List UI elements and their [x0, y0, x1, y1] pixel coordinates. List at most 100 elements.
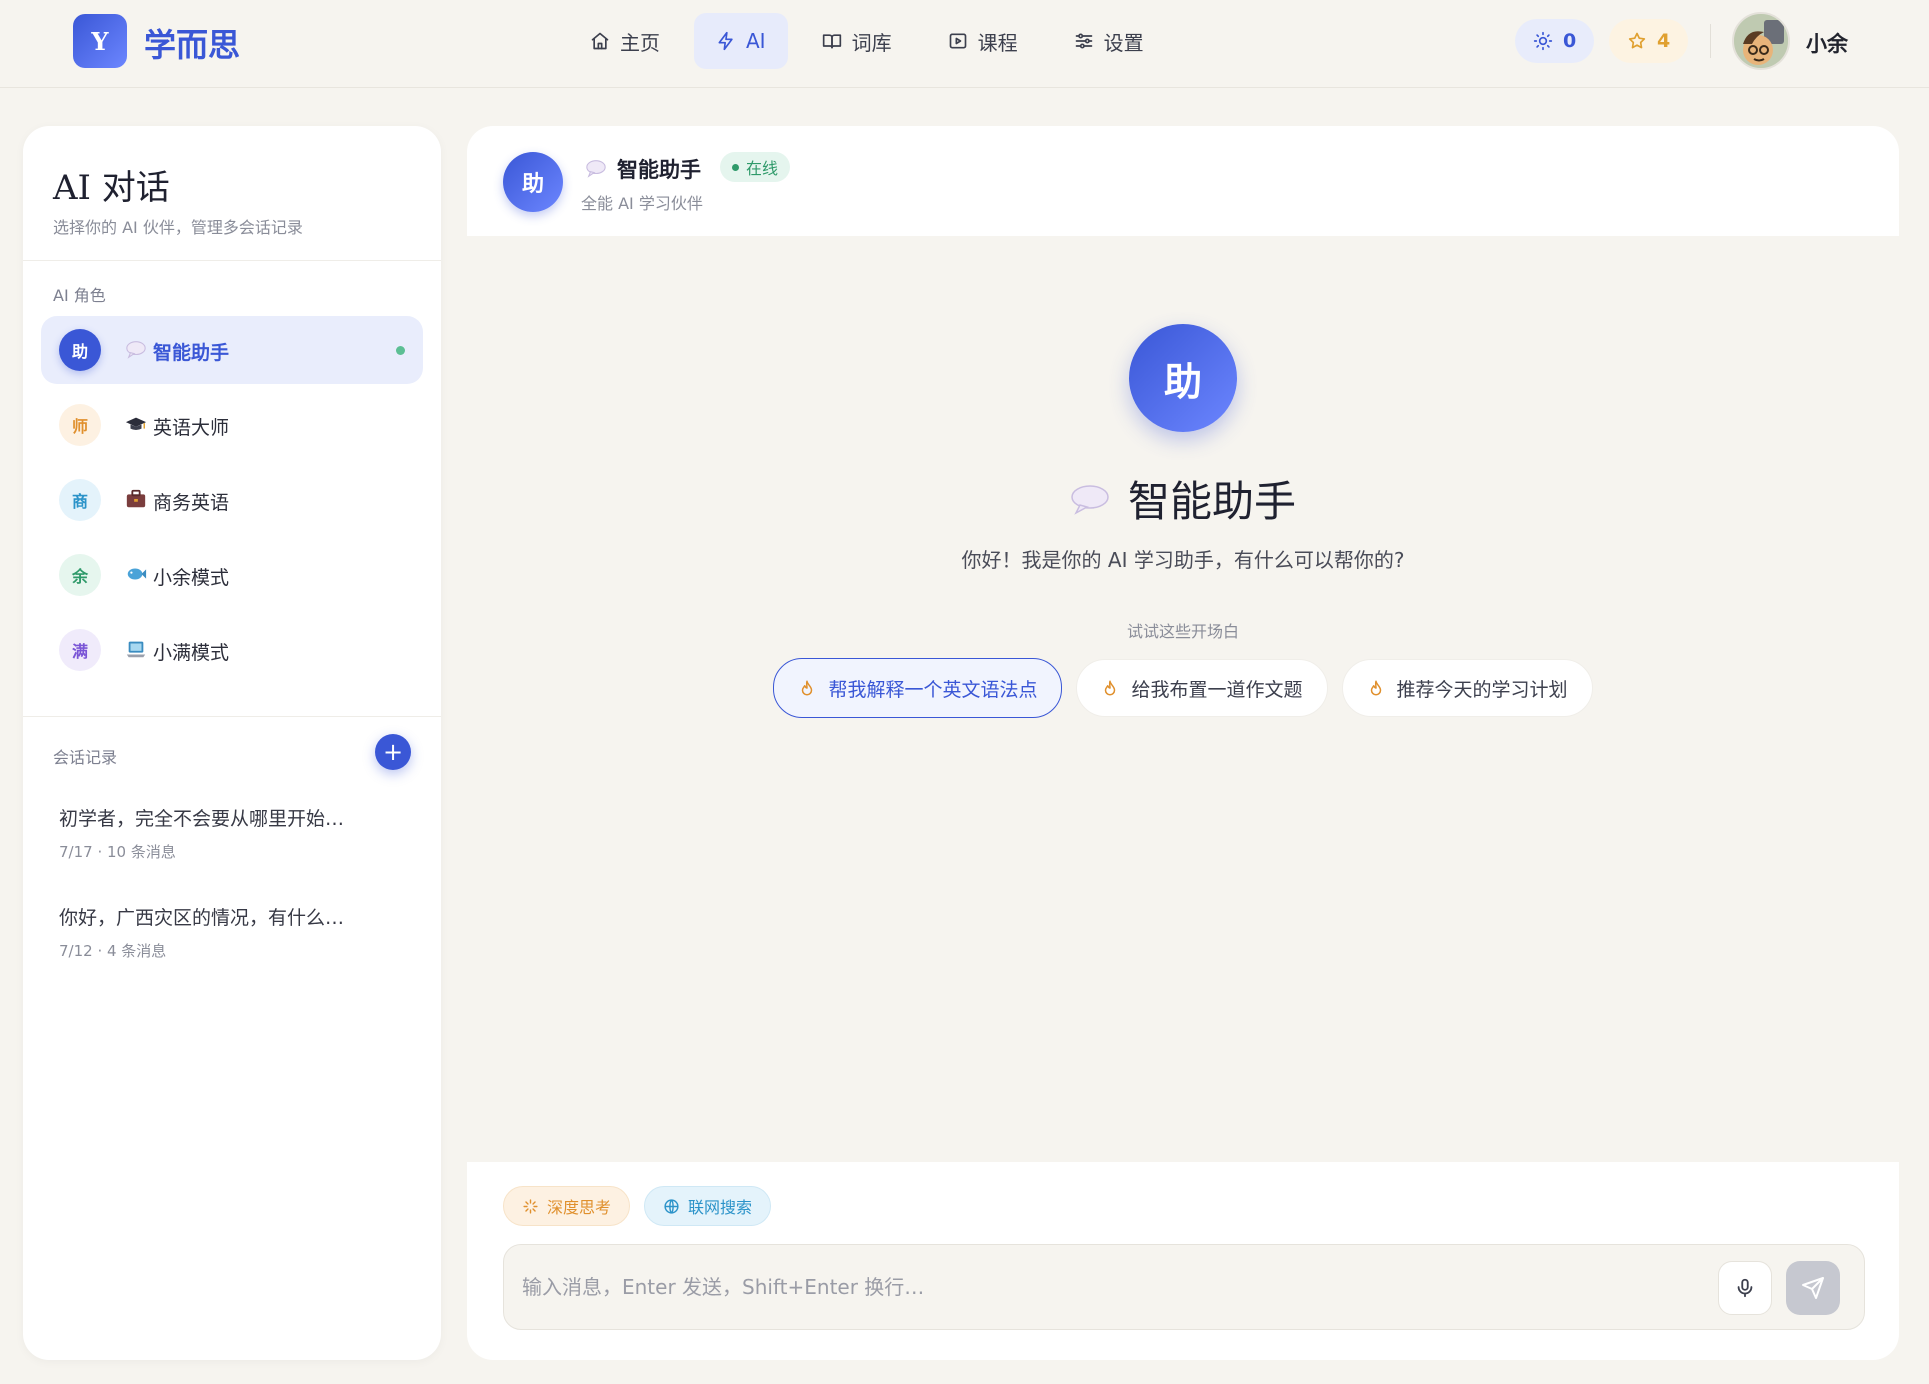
- brand-name[interactable]: 学而思: [144, 20, 240, 66]
- sun-icon: [1533, 31, 1553, 51]
- composer: 深度思考 联网搜索: [467, 1162, 1899, 1360]
- starters-label: 试试这些开场白: [1126, 622, 1239, 641]
- conversation-meta: 7/12 · 4 条消息: [59, 942, 167, 960]
- voice-input-button[interactable]: [1718, 1261, 1772, 1315]
- starter-button[interactable]: 推荐今天的学习计划: [1341, 659, 1593, 717]
- nav-ai[interactable]: AI: [694, 13, 788, 69]
- conversation-meta: 7/17 · 10 条消息: [59, 843, 176, 861]
- deep-think-label: 深度思考: [547, 1198, 612, 1217]
- briefcase-icon: [126, 489, 146, 508]
- roles-label: AI 角色: [53, 286, 106, 305]
- header-divider: [1710, 24, 1711, 58]
- sliders-icon: [1075, 33, 1092, 49]
- new-conversation-button[interactable]: +: [375, 734, 411, 770]
- deep-think-toggle[interactable]: 深度思考: [503, 1186, 631, 1226]
- nav-vocabulary-label: 词库: [851, 30, 892, 55]
- speech-bubble-icon: [586, 160, 606, 178]
- sun-counter[interactable]: 0: [1515, 19, 1595, 63]
- welcome-heading: 智能助手: [467, 468, 1899, 529]
- send-icon: [1802, 1277, 1824, 1299]
- role-badge: 助: [59, 329, 101, 371]
- send-button[interactable]: [1786, 1261, 1840, 1315]
- flame-icon: [1105, 680, 1116, 696]
- status-badge: 在线: [720, 152, 791, 182]
- nav-courses[interactable]: 课程: [926, 13, 1040, 69]
- role-name: 智能助手: [153, 342, 230, 364]
- welcome-title: 智能助手: [1127, 477, 1296, 526]
- globe-icon: [664, 1198, 679, 1214]
- starter-text: 推荐今天的学习计划: [1396, 678, 1568, 701]
- role-badge: 余: [59, 554, 101, 596]
- home-icon: [591, 32, 609, 50]
- role-badge: 商: [59, 479, 101, 521]
- nav-ai-label: AI: [746, 29, 766, 53]
- avatar[interactable]: [1732, 12, 1790, 70]
- starter-button[interactable]: 给我布置一道作文题: [1076, 659, 1328, 717]
- logo-mark[interactable]: Y: [73, 14, 127, 68]
- status-dot: [732, 163, 739, 171]
- role-name: 小满模式: [153, 642, 230, 664]
- plus-icon: +: [382, 738, 404, 766]
- conversation-title: 你好，广西灾区的情况，有什么…: [59, 907, 345, 929]
- online-indicator: [396, 346, 405, 355]
- message-input-box: [503, 1244, 1865, 1330]
- sidebar-subtitle: 选择你的 AI 伙伴，管理多会话记录: [53, 218, 303, 237]
- role-badge: 师: [59, 404, 101, 446]
- starter-list: 帮我解释一个英文语法点 给我布置一道作文题 推荐今天的学习计划: [467, 658, 1899, 718]
- sidebar-divider: [23, 716, 441, 717]
- conversation-item[interactable]: 你好，广西灾区的情况，有什么… 7/12 · 4 条消息: [59, 903, 344, 961]
- chat-panel: 助 智能助手 在线 全能 AI 学习伙伴 助 智能助手 你好！我是你的 AI 学…: [467, 126, 1899, 1360]
- starter-button[interactable]: 帮我解释一个英文语法点: [773, 658, 1063, 718]
- role-badge: 满: [59, 629, 101, 671]
- history-label: 会话记录: [53, 748, 118, 767]
- speech-bubble-icon: [1071, 484, 1109, 515]
- nav-courses-label: 课程: [977, 30, 1018, 55]
- role-name: 小余模式: [153, 567, 230, 589]
- assistant-tagline: 全能 AI 学习伙伴: [581, 194, 703, 213]
- role-name: 商务英语: [153, 492, 230, 514]
- role-name: 英语大师: [153, 417, 230, 439]
- lightning-icon: [718, 31, 733, 51]
- starter-text: 给我布置一道作文题: [1131, 678, 1303, 701]
- star-icon: [1628, 32, 1646, 49]
- user-name[interactable]: 小余: [1806, 28, 1848, 58]
- role-item-english-master[interactable]: 师 英语大师: [41, 391, 423, 459]
- conversation-item[interactable]: 初学者，完全不会要从哪里开始… 7/17 · 10 条消息: [59, 804, 344, 862]
- star-count: 4: [1657, 30, 1671, 52]
- chat-header: 助 智能助手 在线 全能 AI 学习伙伴: [467, 126, 1899, 236]
- top-header: Y 学而思 主页 AI 词库 课程 设置 0 4 小余: [0, 0, 1929, 88]
- nav-settings-label: 设置: [1103, 30, 1144, 55]
- play-icon: [949, 33, 966, 49]
- nav-vocabulary[interactable]: 词库: [800, 13, 914, 69]
- role-item-business-english[interactable]: 商 商务英语: [41, 466, 423, 534]
- sidebar-divider: [23, 260, 441, 261]
- welcome-avatar: 助: [1129, 324, 1237, 432]
- welcome-text: 你好！我是你的 AI 学习助手，有什么可以帮你的?: [961, 548, 1405, 572]
- graduation-cap-icon: [125, 417, 147, 430]
- sun-count: 0: [1563, 30, 1577, 52]
- nav-settings[interactable]: 设置: [1052, 13, 1166, 69]
- laptop-icon: [126, 641, 146, 658]
- conversation-title: 初学者，完全不会要从哪里开始…: [59, 808, 345, 830]
- role-item-xiaoman[interactable]: 满 小满模式: [41, 616, 423, 684]
- flame-icon: [802, 680, 813, 696]
- web-search-toggle[interactable]: 联网搜索: [644, 1186, 772, 1226]
- assistant-name: 智能助手: [617, 158, 701, 182]
- book-icon: [822, 34, 841, 49]
- sidebar-title: AI 对话: [53, 168, 170, 208]
- microphone-icon: [1737, 1278, 1753, 1298]
- speech-bubble-icon: [126, 341, 146, 359]
- status-text: 在线: [746, 159, 779, 178]
- role-item-assistant[interactable]: 助 智能助手: [41, 316, 423, 384]
- sidebar: AI 对话 选择你的 AI 伙伴，管理多会话记录 AI 角色 助 智能助手 师 …: [23, 126, 441, 1360]
- sparkle-icon: [523, 1198, 538, 1214]
- role-item-xiaoyu[interactable]: 余 小余模式: [41, 541, 423, 609]
- web-search-label: 联网搜索: [688, 1198, 753, 1217]
- message-input[interactable]: [522, 1245, 1672, 1329]
- nav-home-label: 主页: [620, 30, 660, 55]
- star-counter[interactable]: 4: [1609, 19, 1689, 63]
- main-nav: 主页 AI 词库 课程 设置: [568, 13, 1166, 69]
- fish-icon: [127, 568, 147, 580]
- nav-home[interactable]: 主页: [568, 13, 682, 69]
- flame-icon: [1370, 680, 1381, 696]
